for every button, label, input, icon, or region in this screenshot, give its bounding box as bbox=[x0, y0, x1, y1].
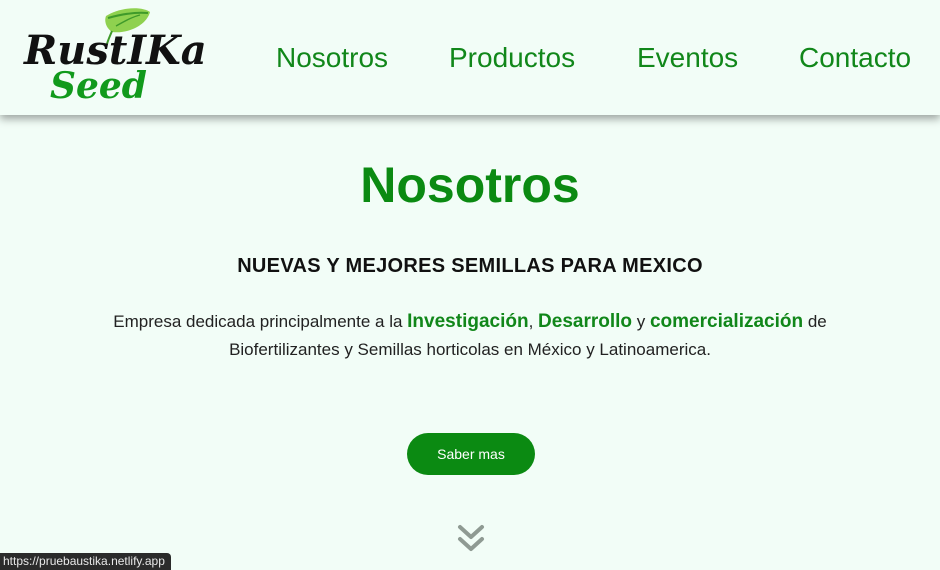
saber-mas-button[interactable]: Saber mas bbox=[407, 433, 535, 475]
desc-text-3: y bbox=[632, 312, 650, 331]
highlight-desarrollo: Desarrollo bbox=[538, 311, 633, 332]
desc-text-1: Empresa dedicada principalmente a la bbox=[113, 312, 408, 331]
nav-link-nosotros[interactable]: Nosotros bbox=[276, 38, 388, 78]
page-title: Nosotros bbox=[360, 157, 580, 213]
site-header: RustIKa Seed Nosotros Productos Eventos … bbox=[0, 0, 940, 115]
double-chevron-down-icon[interactable] bbox=[457, 523, 485, 555]
main-nav: Nosotros Productos Eventos Contacto bbox=[0, 38, 940, 78]
status-bar-url: https://pruebaustika.netlify.app bbox=[0, 553, 171, 570]
desc-text-2: , bbox=[528, 312, 539, 331]
nav-link-productos[interactable]: Productos bbox=[449, 38, 575, 78]
highlight-comercializacion: comercialización bbox=[649, 311, 804, 332]
hero-section: Nosotros NUEVAS Y MEJORES SEMILLAS PARA … bbox=[0, 115, 940, 570]
page-subtitle: NUEVAS Y MEJORES SEMILLAS PARA MEXICO bbox=[237, 255, 703, 277]
nav-link-contacto[interactable]: Contacto bbox=[799, 38, 911, 78]
highlight-investigacion: Investigación bbox=[407, 311, 529, 332]
company-description: Empresa dedicada principalmente a la Inv… bbox=[60, 308, 880, 364]
nav-link-eventos[interactable]: Eventos bbox=[637, 38, 738, 78]
